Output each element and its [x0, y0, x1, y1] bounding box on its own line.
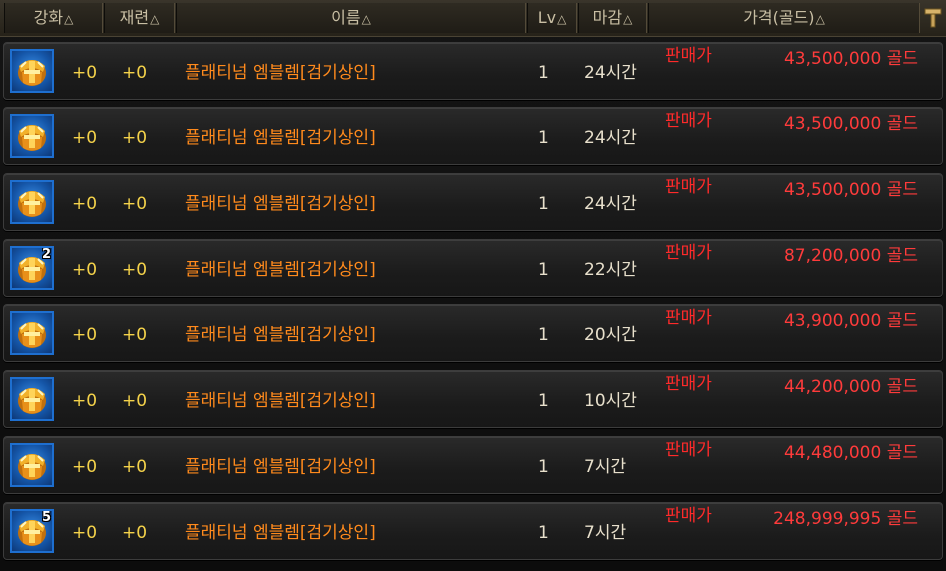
price-value: 43,500,000 골드 — [783, 49, 918, 69]
listing-row[interactable]: 5 +0 +0 플래티넘 엠블렘[검기상인] 1 7시간 판매가 248,999… — [3, 502, 943, 560]
emblem-item-icon[interactable] — [10, 49, 54, 93]
emblem-item-icon[interactable]: 2 — [10, 246, 54, 290]
header-enhance[interactable]: 강화△ — [4, 3, 103, 33]
pin-icon[interactable] — [924, 7, 942, 29]
refine-value: +0 — [122, 523, 148, 543]
stack-count: 2 — [41, 247, 51, 262]
header-price-label: 가격(골드) — [743, 8, 815, 27]
price-value: 44,480,000 골드 — [783, 443, 918, 463]
column-header-bar: 강화△ 재련△ 이름△ Lv△ 마감△ 가격(골드)△ — [0, 0, 946, 37]
header-deadline[interactable]: 마감△ — [578, 3, 647, 33]
listing-row[interactable]: +0 +0 플래티넘 엠블렘[검기상인] 1 24시간 판매가 43,500,0… — [3, 42, 943, 100]
seller-label: 판매가 — [665, 111, 712, 131]
emblem-item-icon[interactable] — [10, 443, 54, 487]
seller-label: 판매가 — [665, 243, 712, 263]
item-name[interactable]: 플래티넘 엠블렘[검기상인] — [185, 194, 376, 214]
level-value: 1 — [538, 128, 549, 148]
sort-arrow-icon: △ — [150, 12, 160, 26]
item-name[interactable]: 플래티넘 엠블렘[검기상인] — [185, 391, 376, 411]
sort-arrow-icon: △ — [361, 12, 371, 26]
listing-row[interactable]: +0 +0 플래티넘 엠블렘[검기상인] 1 10시간 판매가 44,200,0… — [3, 370, 943, 428]
deadline-value: 20시간 — [584, 325, 637, 345]
header-level[interactable]: Lv△ — [527, 3, 577, 33]
enhance-value: +0 — [72, 194, 98, 214]
sort-arrow-icon: △ — [557, 12, 567, 26]
header-name-label: 이름 — [331, 8, 361, 27]
level-value: 1 — [538, 457, 549, 477]
header-deadline-label: 마감 — [592, 8, 623, 27]
refine-value: +0 — [122, 457, 148, 477]
item-name[interactable]: 플래티넘 엠블렘[검기상인] — [185, 325, 376, 345]
price-value: 44,200,000 골드 — [783, 377, 918, 397]
auction-list-panel: 강화△ 재련△ 이름△ Lv△ 마감△ 가격(골드)△ +0 +0 플래티넘 엠… — [0, 0, 946, 571]
price-value: 87,200,000 골드 — [783, 246, 918, 266]
deadline-value: 24시간 — [584, 128, 637, 148]
seller-label: 판매가 — [665, 374, 712, 394]
listing-row[interactable]: +0 +0 플래티넘 엠블렘[검기상인] 1 24시간 판매가 43,500,0… — [3, 173, 943, 231]
seller-label: 판매가 — [665, 177, 712, 197]
listing-row[interactable]: +0 +0 플래티넘 엠블렘[검기상인] 1 20시간 판매가 43,900,0… — [3, 304, 943, 362]
level-value: 1 — [538, 260, 549, 280]
deadline-value: 22시간 — [584, 260, 637, 280]
enhance-value: +0 — [72, 457, 98, 477]
item-name[interactable]: 플래티넘 엠블렘[검기상인] — [185, 523, 376, 543]
stack-count: 5 — [41, 510, 51, 525]
price-value: 43,900,000 골드 — [783, 311, 918, 331]
price-value: 43,500,000 골드 — [783, 180, 918, 200]
listing-row[interactable]: 2 +0 +0 플래티넘 엠블렘[검기상인] 1 22시간 판매가 87,200… — [3, 239, 943, 297]
header-name[interactable]: 이름△ — [176, 3, 526, 33]
enhance-value: +0 — [72, 128, 98, 148]
refine-value: +0 — [122, 128, 148, 148]
deadline-value: 7시간 — [584, 457, 627, 477]
price-value: 248,999,995 골드 — [773, 509, 918, 529]
listing-row[interactable]: +0 +0 플래티넘 엠블렘[검기상인] 1 7시간 판매가 44,480,00… — [3, 436, 943, 494]
level-value: 1 — [538, 63, 549, 83]
enhance-value: +0 — [72, 325, 98, 345]
item-name[interactable]: 플래티넘 엠블렘[검기상인] — [185, 63, 376, 83]
header-enhance-label: 강화 — [33, 8, 64, 27]
sort-arrow-icon: △ — [623, 12, 633, 26]
deadline-value: 7시간 — [584, 523, 627, 543]
refine-value: +0 — [122, 63, 148, 83]
emblem-item-icon[interactable] — [10, 311, 54, 355]
seller-label: 판매가 — [665, 440, 712, 460]
emblem-item-icon[interactable] — [10, 114, 54, 158]
refine-value: +0 — [122, 194, 148, 214]
item-name[interactable]: 플래티넘 엠블렘[검기상인] — [185, 128, 376, 148]
level-value: 1 — [538, 325, 549, 345]
deadline-value: 10시간 — [584, 391, 637, 411]
sort-arrow-icon: △ — [64, 12, 74, 26]
refine-value: +0 — [122, 391, 148, 411]
emblem-item-icon[interactable] — [10, 377, 54, 421]
seller-label: 판매가 — [665, 46, 712, 66]
enhance-value: +0 — [72, 523, 98, 543]
price-value: 43,500,000 골드 — [783, 114, 918, 134]
enhance-value: +0 — [72, 391, 98, 411]
emblem-item-icon[interactable]: 5 — [10, 509, 54, 553]
seller-label: 판매가 — [665, 308, 712, 328]
sort-arrow-icon: △ — [815, 12, 825, 26]
header-price[interactable]: 가격(골드)△ — [648, 3, 920, 33]
item-name[interactable]: 플래티넘 엠블렘[검기상인] — [185, 457, 376, 477]
listing-row[interactable]: +0 +0 플래티넘 엠블렘[검기상인] 1 24시간 판매가 43,500,0… — [3, 107, 943, 165]
level-value: 1 — [538, 194, 549, 214]
header-refine-label: 재련 — [119, 8, 150, 27]
deadline-value: 24시간 — [584, 63, 637, 83]
refine-value: +0 — [122, 260, 148, 280]
seller-label: 판매가 — [665, 506, 712, 526]
deadline-value: 24시간 — [584, 194, 637, 214]
level-value: 1 — [538, 523, 549, 543]
level-value: 1 — [538, 391, 549, 411]
header-refine[interactable]: 재련△ — [104, 3, 175, 33]
emblem-item-icon[interactable] — [10, 180, 54, 224]
enhance-value: +0 — [72, 63, 98, 83]
header-level-label: Lv — [537, 8, 557, 27]
refine-value: +0 — [122, 325, 148, 345]
item-name[interactable]: 플래티넘 엠블렘[검기상인] — [185, 260, 376, 280]
enhance-value: +0 — [72, 260, 98, 280]
